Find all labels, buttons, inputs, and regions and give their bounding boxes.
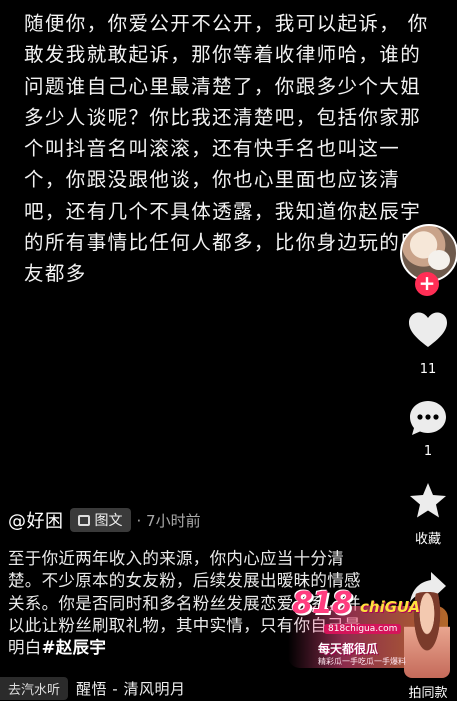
comment-icon[interactable] [407, 398, 449, 440]
avatar-dog-shape [428, 250, 450, 270]
post-time: · 7小时前 [136, 511, 201, 530]
bottom-bar: 去汽水听 醒悟 - 清风明月 [0, 676, 457, 700]
image-text-icon [77, 514, 90, 526]
watermark-chigua: chiGUA [360, 598, 421, 616]
watermark-url: 818chigua.com [324, 624, 402, 634]
heart-icon[interactable] [407, 310, 449, 352]
hashtag-link[interactable]: #赵辰宇 [42, 638, 107, 657]
watermark-overlay: 818 chiGUA 818chigua.com 每天都很瓜 精彩瓜一手吃瓜一手… [288, 586, 457, 678]
music-title[interactable]: 醒悟 - 清风明月 [76, 678, 185, 699]
author-name[interactable]: @好困 [8, 507, 64, 533]
like-count: 11 [419, 362, 437, 377]
follow-button[interactable]: + [415, 272, 439, 296]
watermark-slogan: 每天都很瓜 [318, 642, 379, 656]
star-icon[interactable] [407, 480, 449, 522]
favorite-label: 收藏 [414, 532, 441, 547]
comment-count: 1 [423, 444, 433, 459]
post-type-badge: 图文 [69, 508, 131, 532]
share-label: 拍同款 [408, 686, 448, 701]
post-type-label: 图文 [94, 513, 123, 529]
author-header: @好困 图文 · 7小时前 [8, 506, 201, 534]
post-main-text: 随便你，你爱公开不公开，我可以起诉， 你 敢发我就敢起诉，那你等着收律师哈，谁的… [24, 12, 429, 286]
watermark-subtitle: 精彩瓜一手吃瓜一手爆料 [318, 657, 406, 666]
watermark-logo: 818 [292, 586, 353, 621]
music-source-pill[interactable]: 去汽水听 [0, 676, 69, 700]
